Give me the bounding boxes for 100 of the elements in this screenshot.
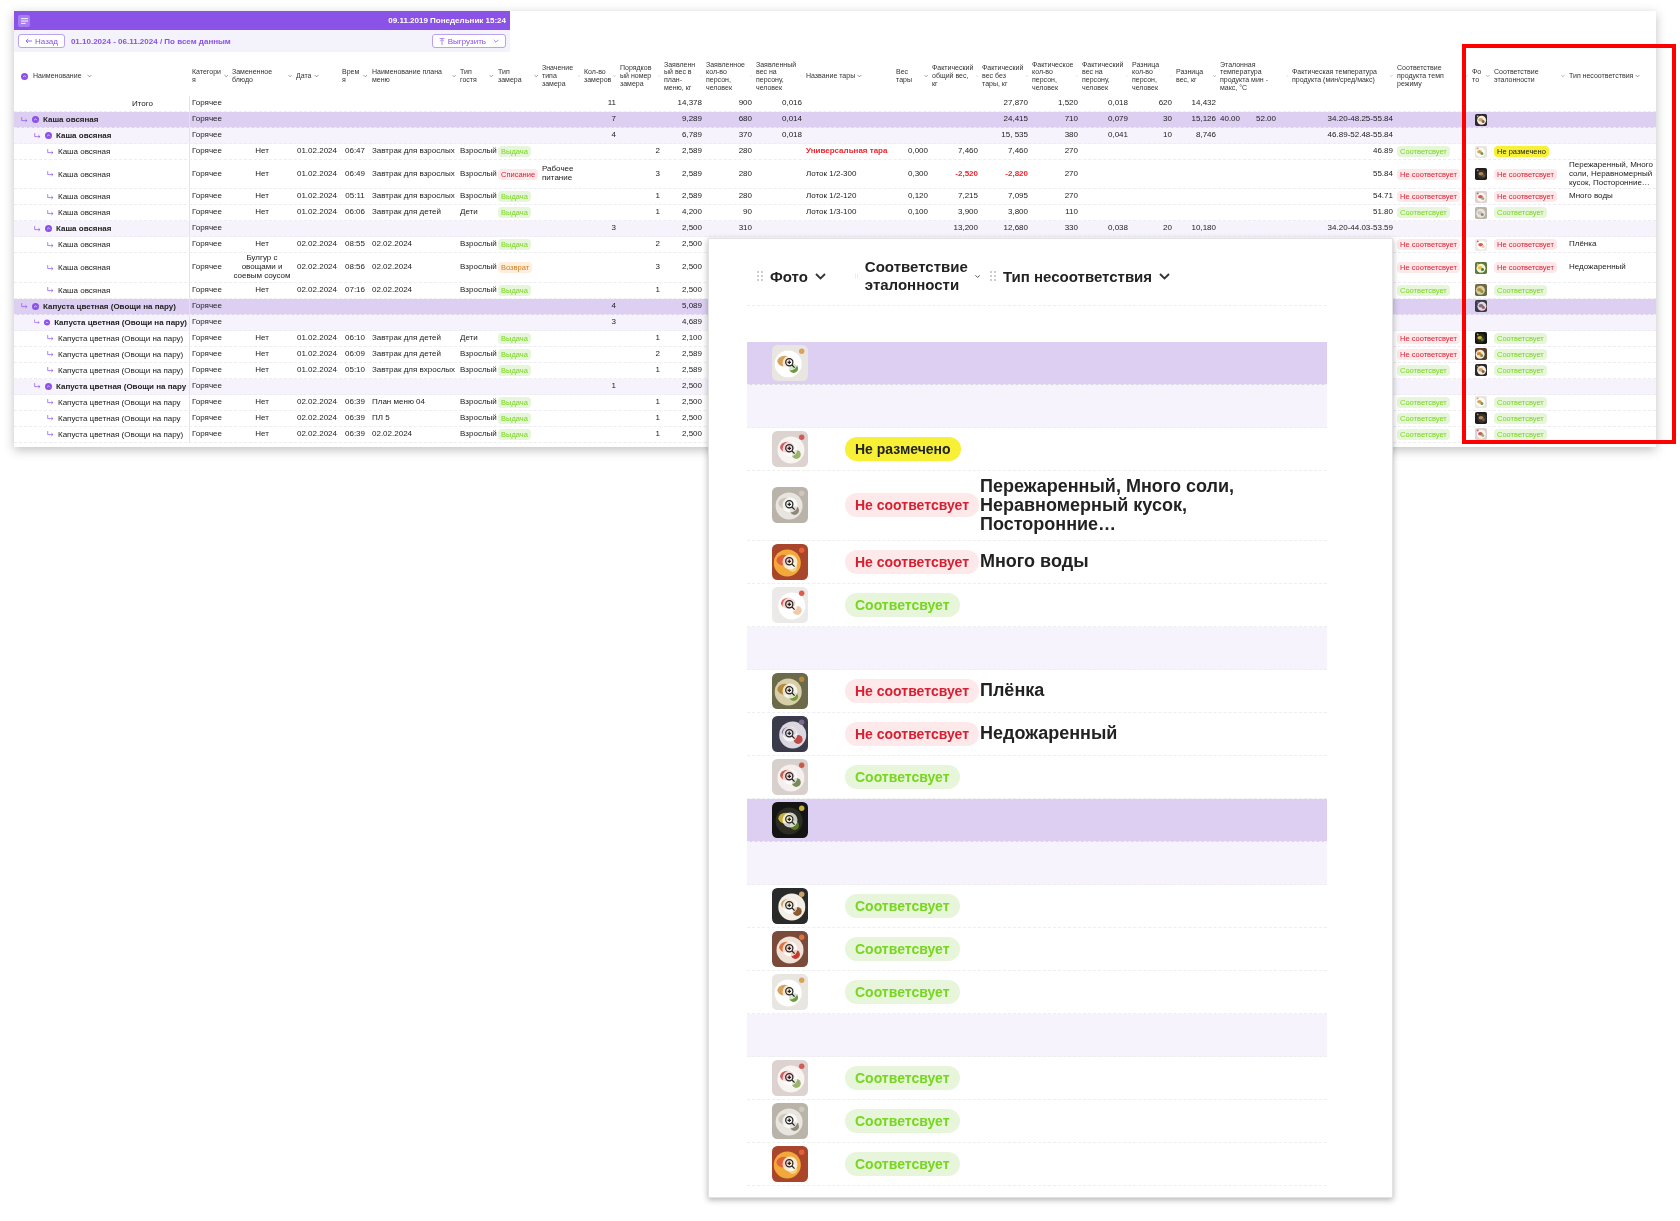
- table-cell: 52.00: [1256, 115, 1277, 124]
- back-button[interactable]: Назад: [18, 34, 65, 48]
- status-badge: Соответсвует: [845, 936, 960, 961]
- column-header[interactable]: Соответствие эталонности: [845, 258, 980, 294]
- table-cell: 1: [655, 192, 660, 202]
- table-cell: Взрослый: [460, 285, 497, 295]
- table-cell: Дети: [460, 333, 478, 343]
- table-cell: 20: [1163, 224, 1172, 234]
- table-cell: 08:55: [345, 240, 365, 250]
- drag-handle-icon: [990, 271, 996, 281]
- child-arrow-icon: [34, 383, 41, 390]
- table-cell: Нет: [255, 284, 269, 296]
- column-header[interactable]: Тип несоответствия: [980, 267, 1327, 285]
- status-badge: Соответсвует: [845, 1065, 960, 1090]
- table-cell: Много воды: [1569, 191, 1613, 203]
- table-cell: 4,689: [681, 317, 702, 327]
- table-cell: 280: [738, 169, 752, 179]
- table-cell: Каша овсяная: [56, 224, 112, 234]
- child-arrow-icon: [47, 287, 54, 294]
- zoom-in-icon: [782, 725, 798, 742]
- table-cell: 3,900: [957, 208, 978, 218]
- table-cell: 06:06: [345, 208, 365, 218]
- column-header[interactable]: Фото: [747, 267, 845, 285]
- table-cell: 1: [655, 285, 660, 295]
- table-cell: 2,589: [681, 169, 702, 179]
- table-cell: 270: [1064, 169, 1078, 179]
- table-cell: Завтрак для детей: [372, 349, 441, 359]
- table-cell: Горячее: [192, 365, 222, 375]
- status-badge: Соответсвует: [845, 592, 960, 617]
- table-cell: Горячее: [192, 301, 222, 311]
- collapse-all-icon: [21, 72, 28, 80]
- collapse-icon[interactable]: [45, 382, 52, 390]
- table-cell: 10,180: [1191, 224, 1216, 234]
- collapse-icon[interactable]: [32, 302, 39, 310]
- menu-button[interactable]: [18, 14, 30, 27]
- table-cell: 280: [738, 192, 752, 202]
- group-row[interactable]: [747, 798, 1327, 842]
- table-cell: 0,041: [1107, 131, 1128, 140]
- caret-icon: [493, 39, 499, 43]
- table-cell: 0,016: [781, 99, 802, 108]
- table-cell: 380: [1064, 131, 1078, 140]
- child-arrow-icon: [34, 225, 41, 232]
- table-cell: 02.02.2024: [296, 240, 337, 250]
- table-cell: 2,500: [681, 397, 702, 407]
- table-cell: 06:09: [345, 349, 365, 359]
- child-arrow-icon: [21, 303, 28, 310]
- table-cell: 680: [738, 115, 752, 124]
- table-cell: 7,460: [957, 147, 978, 156]
- table-cell: 2,589: [681, 365, 702, 375]
- defect-text: Плёнка: [980, 679, 1045, 703]
- zoom-in-icon: [782, 596, 798, 613]
- table-cell: 02.02.2024: [372, 240, 413, 250]
- table-cell: 40.00: [1220, 115, 1241, 124]
- table-cell: ПЛ 5: [372, 413, 390, 423]
- table-cell: 1: [655, 333, 660, 343]
- collapse-icon[interactable]: [45, 225, 52, 233]
- table-cell: 2,500: [681, 429, 702, 439]
- zoom-in-icon: [782, 940, 798, 957]
- table-cell: 0,300: [907, 169, 928, 179]
- collapse-icon[interactable]: [32, 116, 39, 123]
- table-cell: 34.20-44.03-53.59: [1327, 224, 1393, 234]
- collapse-icon[interactable]: [44, 318, 51, 326]
- table-cell: Взрослый: [460, 147, 497, 156]
- table-cell: 12,680: [1003, 224, 1028, 234]
- table-cell: 2,500: [681, 381, 702, 391]
- zoom-in-icon: [782, 355, 798, 371]
- table-cell: 10: [1163, 131, 1172, 140]
- collapse-icon[interactable]: [45, 132, 52, 139]
- status-badge: Соответсвует: [845, 1108, 960, 1133]
- table-cell: 3: [611, 224, 616, 234]
- table-cell: 1: [655, 413, 660, 423]
- status-badge: Не соответсвует: [845, 678, 979, 703]
- child-arrow-icon: [47, 367, 54, 374]
- table-cell: 01.02.2024: [296, 208, 337, 218]
- table-cell: 280: [738, 147, 752, 156]
- table-cell: 2: [655, 147, 660, 156]
- table-cell: 710: [1064, 115, 1078, 124]
- period-title: 01.10.2024 - 06.11.2024 / По всем данным: [70, 36, 231, 46]
- table-cell: 7,215: [957, 192, 978, 202]
- child-arrow-icon: [47, 335, 54, 342]
- date-time: 09.11.2019 Понедельник 15:24: [388, 16, 506, 25]
- table-cell: 2,500: [681, 413, 702, 423]
- table-cell: Нет: [255, 146, 269, 157]
- table-cell: Взрослый: [460, 397, 497, 407]
- table-cell: Горячее: [192, 99, 222, 108]
- table-cell: 02.02.2024: [372, 285, 413, 295]
- table-cell: 51.80: [1372, 208, 1393, 218]
- table-cell: Каша овсяная: [58, 192, 111, 202]
- table-cell: Капуста цветная (Овощи на пару): [58, 349, 184, 359]
- table-cell: Недожаренный: [1569, 262, 1626, 273]
- table-cell: 2,100: [681, 333, 702, 343]
- table-cell: 0,014: [781, 115, 802, 124]
- table-cell: 55.84: [1372, 169, 1393, 179]
- table-cell: 01.02.2024: [296, 365, 337, 375]
- table-cell: План меню 04: [372, 397, 425, 407]
- export-button[interactable]: Выгрузить: [431, 34, 506, 48]
- defect-text: Пережаренный, Много соли, Неравномерный кусок, Посторонние…: [980, 475, 1236, 536]
- table-cell: Лоток 1/2-120: [806, 192, 857, 202]
- table-cell: 3: [655, 263, 660, 272]
- table-cell: Взрослый: [460, 192, 497, 202]
